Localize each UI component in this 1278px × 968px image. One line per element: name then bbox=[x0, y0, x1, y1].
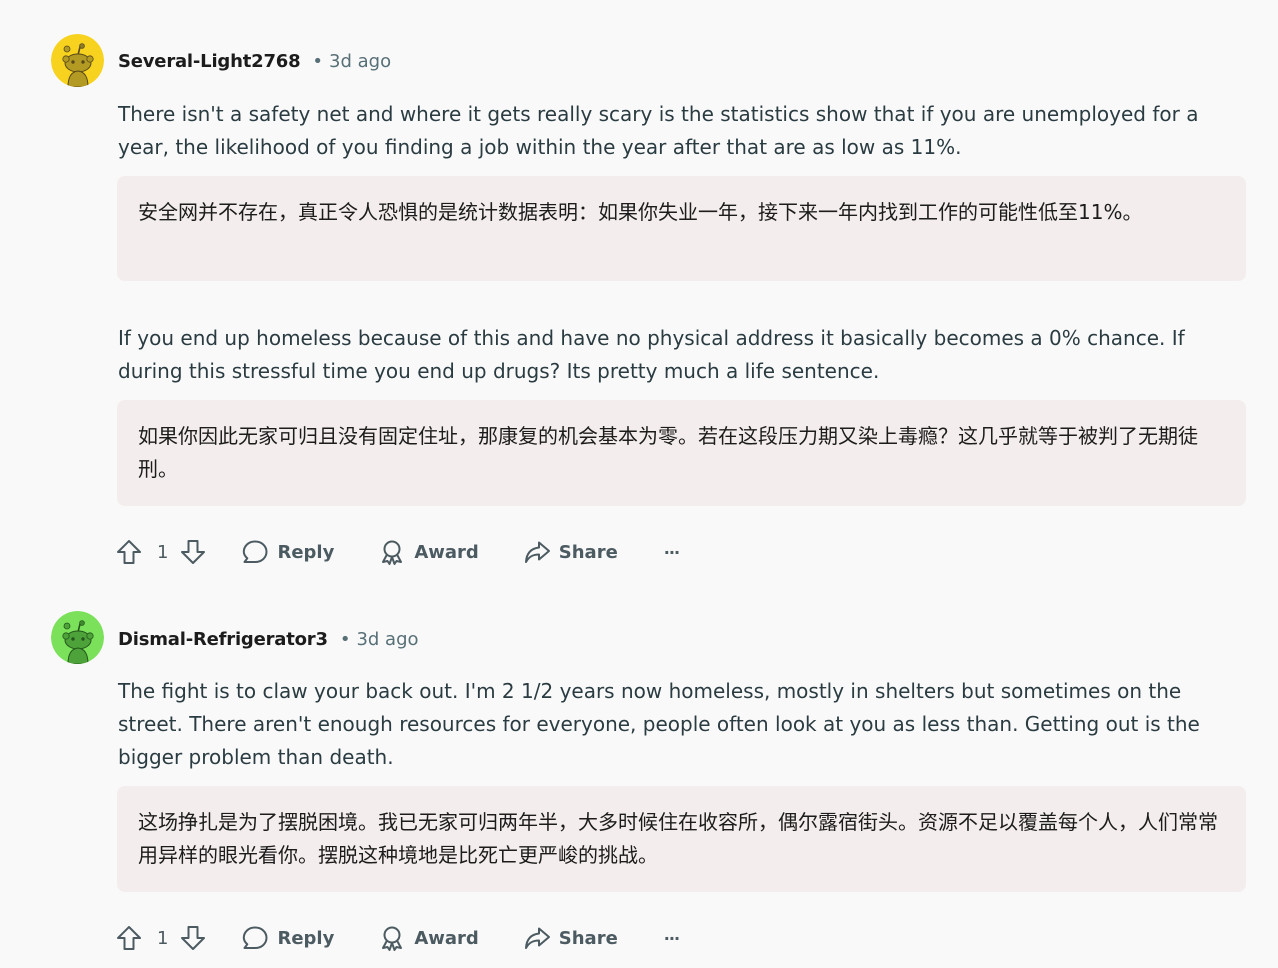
award-label: Award bbox=[414, 927, 479, 949]
downvote-button[interactable] bbox=[179, 538, 207, 566]
comment-action-bar: 1 Reply Award Share ··· bbox=[115, 532, 680, 572]
timestamp[interactable]: 3d ago bbox=[329, 51, 391, 72]
downvote-button[interactable] bbox=[179, 924, 207, 952]
arrow-down-icon bbox=[181, 540, 206, 564]
translation-text: 如果你因此无家可归且没有固定住址，那康复的机会基本为零。若在这段压力期又染上毒瘾… bbox=[138, 424, 1198, 481]
translation-block: 如果你因此无家可归且没有固定住址，那康复的机会基本为零。若在这段压力期又染上毒瘾… bbox=[117, 400, 1246, 506]
meta-separator: • bbox=[312, 50, 324, 72]
username-link[interactable]: Dismal-Refrigerator3 bbox=[118, 629, 328, 650]
meta-separator: • bbox=[339, 628, 351, 650]
user-avatar[interactable] bbox=[51, 34, 104, 87]
vote-count: 1 bbox=[157, 927, 169, 949]
share-arrow-icon bbox=[524, 927, 550, 949]
translation-text: 这场挣扎是为了摆脱困境。我已无家可归两年半，大多时候住在收容所，偶尔露宿街头。资… bbox=[138, 810, 1218, 867]
arrow-up-icon bbox=[117, 926, 141, 950]
comment-paragraph: If you end up homeless because of this a… bbox=[118, 326, 1185, 383]
ellipsis-icon: ··· bbox=[663, 542, 680, 562]
vote-count: 1 bbox=[157, 541, 169, 563]
share-label: Share bbox=[558, 541, 618, 563]
translation-block: 这场挣扎是为了摆脱困境。我已无家可归两年半，大多时候住在收容所，偶尔露宿街头。资… bbox=[117, 786, 1246, 892]
speech-bubble-icon bbox=[243, 926, 268, 949]
award-label: Award bbox=[414, 541, 479, 563]
arrow-down-icon bbox=[181, 926, 206, 950]
ribbon-award-icon bbox=[382, 540, 403, 565]
reply-button[interactable]: Reply bbox=[241, 538, 334, 566]
comment-action-bar: 1 Reply Award Share ··· bbox=[115, 918, 680, 958]
snoo-avatar-icon bbox=[51, 611, 104, 664]
share-label: Share bbox=[558, 927, 618, 949]
username-link[interactable]: Several-Light2768 bbox=[118, 51, 301, 72]
share-button[interactable]: Share bbox=[523, 538, 618, 566]
ellipsis-icon: ··· bbox=[663, 928, 680, 948]
snoo-avatar-icon bbox=[51, 34, 104, 87]
upvote-button[interactable] bbox=[115, 538, 143, 566]
share-arrow-icon bbox=[524, 541, 550, 563]
user-avatar[interactable] bbox=[51, 611, 104, 664]
award-button[interactable]: Award bbox=[378, 538, 479, 566]
arrow-up-icon bbox=[117, 540, 141, 564]
comment-meta: Several-Light2768 • 3d ago bbox=[118, 48, 391, 74]
more-options-button[interactable]: ··· bbox=[663, 542, 680, 562]
upvote-button[interactable] bbox=[115, 924, 143, 952]
speech-bubble-icon bbox=[243, 540, 268, 563]
translation-block: 安全网并不存在，真正令人恐惧的是统计数据表明：如果你失业一年，接下来一年内找到工… bbox=[117, 176, 1246, 281]
translation-text: 安全网并不存在，真正令人恐惧的是统计数据表明：如果你失业一年，接下来一年内找到工… bbox=[138, 200, 1143, 224]
comment-paragraph: The fight is to claw your back out. I'm … bbox=[118, 679, 1200, 769]
award-button[interactable]: Award bbox=[378, 924, 479, 952]
reply-button[interactable]: Reply bbox=[241, 924, 334, 952]
reply-label: Reply bbox=[277, 927, 335, 949]
comment-paragraph: There isn't a safety net and where it ge… bbox=[118, 102, 1199, 159]
reply-label: Reply bbox=[277, 541, 335, 563]
ribbon-award-icon bbox=[382, 926, 403, 951]
more-options-button[interactable]: ··· bbox=[663, 928, 680, 948]
timestamp[interactable]: 3d ago bbox=[356, 629, 418, 650]
share-button[interactable]: Share bbox=[523, 924, 618, 952]
comment-meta: Dismal-Refrigerator3 • 3d ago bbox=[118, 626, 419, 652]
